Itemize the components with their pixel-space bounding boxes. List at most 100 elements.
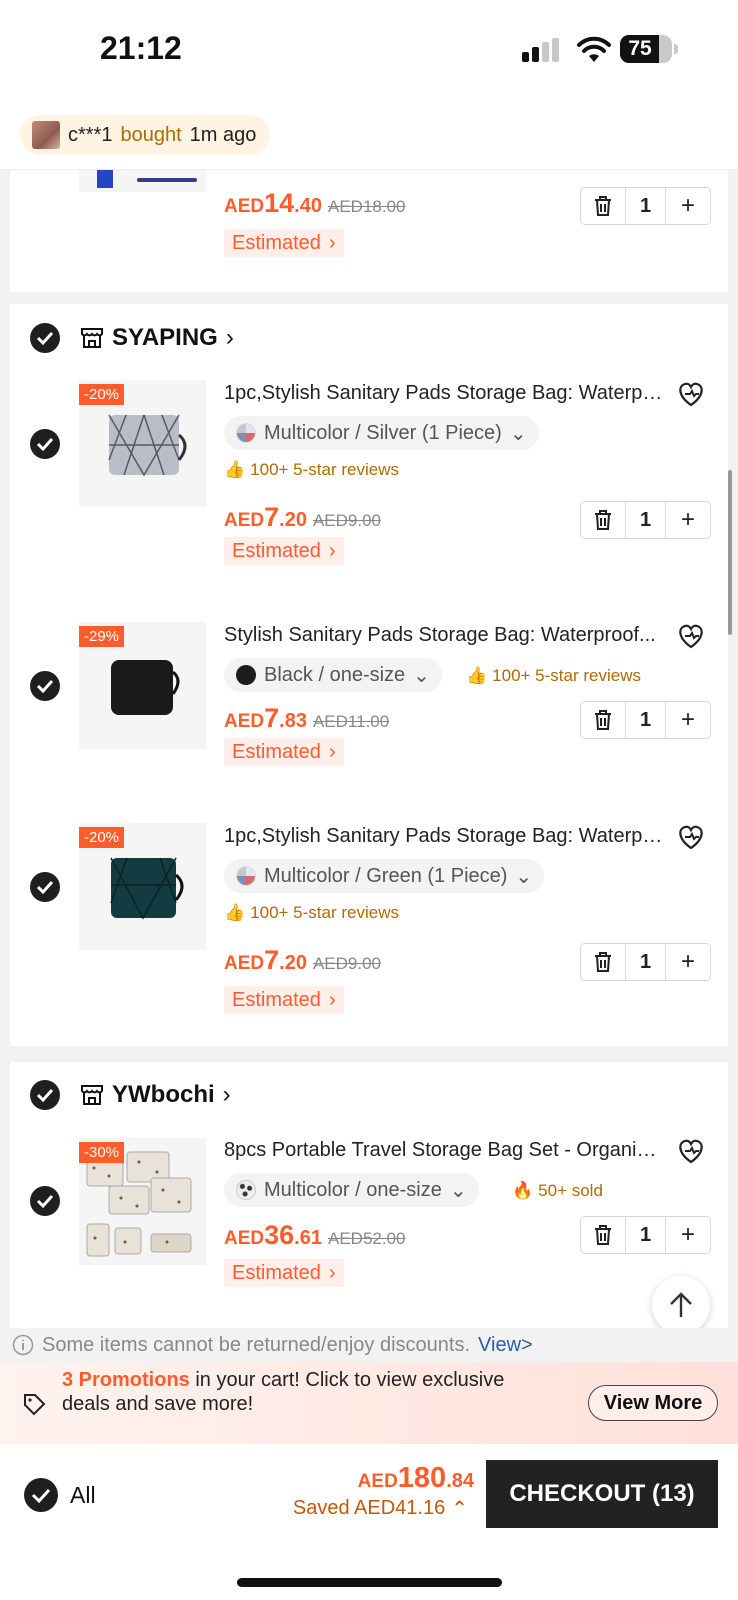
item-select-checkbox[interactable] [30,1186,60,1216]
tag-icon [24,1394,46,1416]
checkout-button[interactable]: CHECKOUT (13) [486,1460,718,1528]
review-badge-label: 100+ 5-star reviews [250,903,399,922]
variant-selector[interactable]: Multicolor / Silver (1 Piece) ⌄ [224,416,539,450]
review-badge: 👍 100+ 5-star reviews [224,460,399,480]
item-select-checkbox[interactable] [30,872,60,902]
trash-icon [595,1225,611,1245]
cellular-signal-icon [522,38,559,62]
chevron-right-icon: › [222,1081,231,1108]
select-all-checkbox[interactable] [24,1478,58,1512]
color-swatch [236,665,256,685]
increment-button[interactable]: + [666,1217,710,1253]
product-thumbnail[interactable]: -20% [79,380,206,507]
chevron-right-icon: › [328,231,336,254]
increment-button[interactable]: + [666,944,710,980]
variant-selector[interactable]: Black / one-size ⌄ [224,658,442,692]
delete-button[interactable] [581,188,625,224]
price-integer: 14 [264,188,295,218]
variant-label: Black / one-size [264,663,406,686]
item-price: AED 14 .40 AED18.00 [224,188,405,219]
quantity-stepper[interactable]: 1 + [580,501,711,539]
variant-selector[interactable]: Multicolor / Green (1 Piece) ⌄ [224,859,545,893]
store-select-checkbox[interactable] [30,323,60,353]
delete-button[interactable] [581,1217,625,1253]
battery-cap [674,44,678,54]
variant-label: Multicolor / one-size [264,1178,442,1201]
estimated-link[interactable]: Estimated › [224,1259,344,1287]
toast-action: bought [120,123,182,146]
total-integer: 180 [397,1462,447,1494]
quantity-value[interactable]: 1 [625,1217,666,1253]
increment-button[interactable]: + [666,502,710,538]
estimated-link[interactable]: Estimated › [224,229,344,257]
color-swatch [236,423,256,443]
discount-badge: -29% [79,626,125,647]
product-title[interactable]: 1pc,Stylish Sanitary Pads Storage Bag: W… [224,825,664,848]
product-thumbnail[interactable]: -20% [79,823,206,950]
quantity-value[interactable]: 1 [625,188,666,224]
view-more-button[interactable]: View More [588,1385,718,1421]
quantity-value[interactable]: 1 [625,944,666,980]
product-title[interactable]: Stylish Sanitary Pads Storage Bag: Water… [224,624,664,647]
price-decimal: .20 [279,509,307,531]
total-decimal: .84 [446,1470,474,1492]
review-badge-label: 100+ 5-star reviews [492,666,641,685]
estimated-link[interactable]: Estimated › [224,537,344,565]
chevron-down-icon: ⌄ [449,1179,467,1202]
variant-selector[interactable]: Multicolor / one-size ⌄ [224,1173,479,1207]
wishlist-heart-icon[interactable] [676,622,706,650]
arrow-up-icon [670,1292,692,1317]
review-badge-label: 100+ 5-star reviews [250,460,399,479]
price-currency: AED [224,510,265,531]
total-currency: AED [357,1471,398,1492]
variant-label: Multicolor / Green (1 Piece) [264,864,508,887]
product-thumbnail[interactable]: -30% [79,1138,206,1265]
variant-label: Multicolor / Silver (1 Piece) [264,421,502,444]
increment-button[interactable]: + [666,702,710,738]
chevron-right-icon: › [328,1261,336,1284]
quantity-stepper[interactable]: 1 + [580,701,711,739]
scroll-to-top-button[interactable] [652,1276,710,1334]
scrollbar[interactable] [728,470,732,635]
quantity-stepper[interactable]: 1 + [580,187,711,225]
store-select-checkbox[interactable] [30,1080,60,1110]
delete-button[interactable] [581,702,625,738]
thumbs-up-icon: 👍 [224,460,246,479]
chevron-right-icon: › [328,539,336,562]
wishlist-heart-icon[interactable] [676,380,706,408]
chevron-down-icon: ⌄ [515,865,533,888]
sold-badge: 🔥 50+ sold [512,1181,603,1201]
trash-icon [595,710,611,730]
savings-label: Saved AED41.16 [292,1497,446,1519]
product-thumbnail[interactable] [79,170,206,192]
wishlist-heart-icon[interactable] [676,1137,706,1165]
fire-icon: 🔥 [512,1181,534,1200]
delete-button[interactable] [581,944,625,980]
review-badge: 👍 100+ 5-star reviews [466,666,641,686]
estimated-link[interactable]: Estimated › [224,738,344,766]
discount-badge: -30% [79,1142,125,1163]
product-title[interactable]: 1pc,Stylish Sanitary Pads Storage Bag: W… [224,382,664,405]
wishlist-heart-icon[interactable] [676,823,706,851]
info-icon [12,1334,34,1356]
select-all-label[interactable]: All [70,1482,96,1509]
increment-button[interactable]: + [666,188,710,224]
delete-button[interactable] [581,502,625,538]
quantity-value[interactable]: 1 [625,702,666,738]
product-thumbnail[interactable]: -29% [79,622,206,749]
price-integer: 36 [264,1220,295,1250]
item-select-checkbox[interactable] [30,429,60,459]
notice-view-link[interactable]: View> [478,1334,533,1357]
item-select-checkbox[interactable] [30,671,60,701]
quantity-stepper[interactable]: 1 + [580,1216,711,1254]
item-price: AED 7 .20 AED9.00 [224,945,381,976]
store-icon [81,1085,103,1105]
store-name-link[interactable]: YWbochi › [80,1078,231,1112]
quantity-value[interactable]: 1 [625,502,666,538]
quantity-stepper[interactable]: 1 + [580,943,711,981]
savings-toggle[interactable]: Saved AED41.16 ⌃ [293,1496,468,1521]
estimated-label: Estimated [232,231,321,254]
store-name-link[interactable]: SYAPING › [80,321,234,355]
estimated-link[interactable]: Estimated › [224,986,344,1014]
product-title[interactable]: 8pcs Portable Travel Storage Bag Set - O… [224,1139,664,1162]
